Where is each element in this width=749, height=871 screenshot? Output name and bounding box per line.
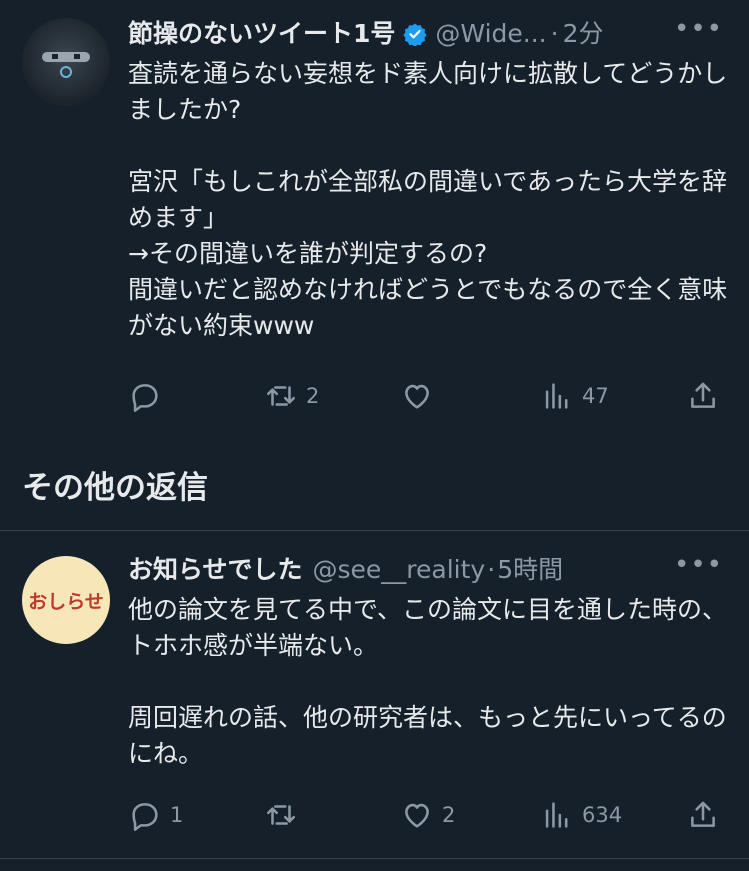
separator-dot: · — [550, 19, 559, 48]
share-icon — [691, 801, 715, 827]
reply-count: 1 — [170, 803, 184, 827]
handle[interactable]: @see__reality — [313, 554, 486, 586]
verified-badge-icon — [403, 22, 428, 47]
retweet-count: 2 — [306, 384, 320, 408]
handle[interactable]: @Wide... — [435, 18, 546, 50]
tweet-1-actions: 2 47 — [128, 376, 728, 416]
more-options-icon[interactable]: ••• — [674, 550, 723, 580]
share-icon — [691, 382, 715, 408]
tweet-1-text: 査読を通らない妄想をド素人向けに拡散してどうかしましたか? 宮沢「もしこれが全部… — [128, 59, 728, 340]
retweet-button[interactable]: 2 — [264, 376, 319, 416]
avatar-tweet-1[interactable] — [22, 18, 110, 106]
like-button[interactable]: 2 — [400, 795, 455, 835]
views-button[interactable]: 634 — [540, 795, 622, 835]
analytics-icon — [545, 802, 568, 828]
tweet-1-header: 節操のないツイート1号 @Wide... · 2分 — [128, 18, 668, 50]
tweet-2-text: 他の論文を見てる中で、この論文に目を通した時の、トホホ感が半端ない。 周回遅れの… — [128, 595, 728, 768]
display-name[interactable]: 節操のないツイート1号 — [128, 18, 395, 50]
section-title: その他の返信 — [22, 470, 208, 506]
tweet-2-header: お知らせでした @see__reality · 5時間 — [128, 554, 688, 586]
like-button[interactable] — [400, 376, 442, 416]
share-button[interactable] — [686, 376, 720, 416]
retweet-icon — [266, 805, 296, 825]
reply-icon — [132, 803, 158, 831]
tweet-2-actions: 1 2 634 — [128, 795, 728, 835]
more-options-icon[interactable]: ••• — [674, 14, 723, 44]
divider — [0, 530, 749, 531]
retweet-button[interactable] — [264, 795, 306, 835]
view-count: 634 — [582, 803, 623, 827]
avatar-tweet-2[interactable]: おしらせ — [22, 556, 110, 644]
retweet-icon — [266, 386, 296, 406]
like-count: 2 — [442, 803, 456, 827]
divider — [0, 858, 749, 859]
share-button[interactable] — [686, 795, 720, 835]
views-button[interactable]: 47 — [540, 376, 609, 416]
display-name[interactable]: お知らせでした — [128, 554, 303, 586]
separator-dot: · — [487, 555, 496, 584]
avatar-logo-text: おしらせ — [28, 590, 104, 613]
reply-button[interactable]: 1 — [128, 795, 183, 835]
timestamp[interactable]: 5時間 — [497, 554, 563, 586]
heart-icon — [405, 803, 429, 828]
heart-icon — [405, 384, 429, 409]
view-count: 47 — [582, 384, 609, 408]
reply-button[interactable] — [128, 376, 170, 416]
analytics-icon — [545, 383, 568, 409]
timestamp[interactable]: 2分 — [563, 18, 604, 50]
reply-icon — [132, 384, 158, 412]
